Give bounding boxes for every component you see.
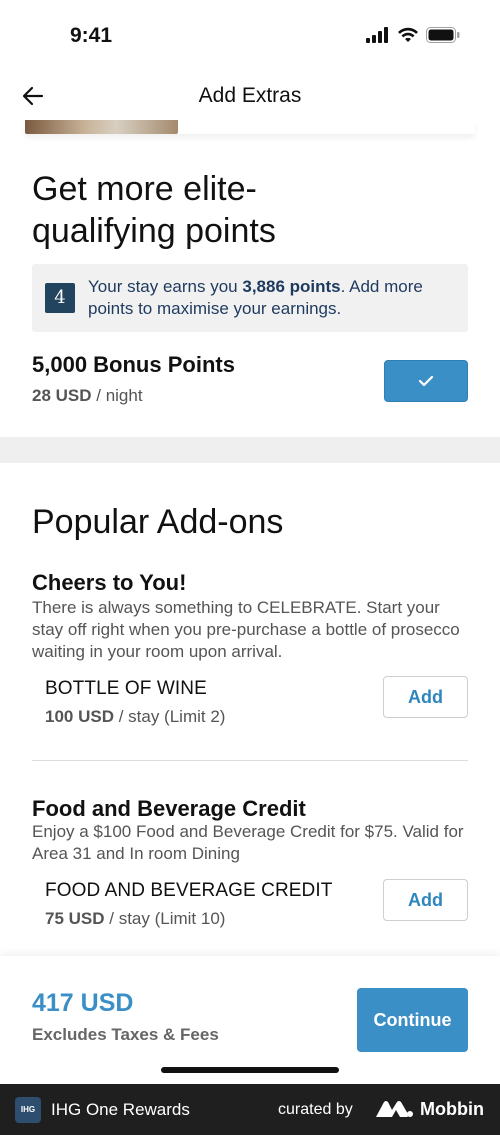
bonus-price-unit: / night xyxy=(91,386,143,405)
status-time: 9:41 xyxy=(70,24,113,47)
checkmark-icon xyxy=(418,375,434,387)
signal-icon xyxy=(366,27,388,43)
add-wine-button[interactable]: Add xyxy=(383,676,468,718)
continue-button[interactable]: Continue xyxy=(357,988,468,1052)
points-info-box: 4 Your stay earns you 3,886 points. Add … xyxy=(32,264,468,332)
addon-price-unit: / stay (Limit 10) xyxy=(104,909,226,928)
info-prefix: Your stay earns you xyxy=(88,277,243,296)
home-indicator xyxy=(161,1067,339,1073)
addon-description: Enjoy a $100 Food and Beverage Credit fo… xyxy=(32,822,464,863)
bonus-points-selected-button[interactable] xyxy=(384,360,468,402)
addon-price-unit: / stay (Limit 2) xyxy=(113,707,226,726)
curated-by-label: curated by xyxy=(278,1101,353,1118)
popular-addons-title: Popular Add-ons xyxy=(32,503,284,541)
hero-image xyxy=(25,120,178,134)
addon-item-price: 100 USD / stay (Limit 2) xyxy=(45,707,225,727)
points-section-title-line1: Get more elite- xyxy=(32,170,257,208)
total-note: Excludes Taxes & Fees xyxy=(32,1025,219,1044)
nav-bar: Add Extras xyxy=(0,72,500,120)
checkout-footer: 417 USD Excludes Taxes & Fees Continue xyxy=(0,956,500,1084)
addon-description: There is always something to CELEBRATE. … xyxy=(32,598,460,661)
battery-icon xyxy=(426,27,460,43)
add-credit-button[interactable]: Add xyxy=(383,879,468,921)
page-title: Add Extras xyxy=(198,84,302,107)
addon-item-name: FOOD AND BEVERAGE CREDIT xyxy=(45,880,333,901)
ihg-app-logo: IHG xyxy=(15,1097,41,1123)
bonus-points-title: 5,000 Bonus Points xyxy=(32,352,235,377)
addon-price-value: 100 USD xyxy=(45,707,114,726)
bonus-points-price: 28 USD / night xyxy=(32,386,143,406)
bonus-price-value: 28 USD xyxy=(32,386,92,405)
attribution-banner: IHG IHG One Rewards curated by Mobbin xyxy=(0,1084,500,1135)
total-price: 417 USD xyxy=(32,989,134,1017)
section-divider xyxy=(0,437,500,463)
points-info-text: Your stay earns you 3,886 points. Add mo… xyxy=(88,276,456,320)
addon-item-price: 75 USD / stay (Limit 10) xyxy=(45,909,225,929)
points-section-title-line2: qualifying points xyxy=(32,212,276,250)
addon-heading: Cheers to You! xyxy=(32,570,187,595)
previous-card-strip xyxy=(0,120,500,136)
mobbin-name: Mobbin xyxy=(420,1099,484,1119)
addon-price-value: 75 USD xyxy=(45,909,105,928)
app-name: IHG One Rewards xyxy=(51,1100,190,1119)
status-icons xyxy=(366,27,460,43)
info-points-value: 3,886 points xyxy=(242,277,341,296)
addon-separator xyxy=(32,760,468,761)
ihg-points-icon: 4 xyxy=(45,283,75,313)
mobbin-logo-icon xyxy=(376,1101,413,1117)
addon-heading: Food and Beverage Credit xyxy=(32,796,306,821)
status-bar: 9:41 xyxy=(0,0,500,72)
addon-item-name: BOTTLE OF WINE xyxy=(45,678,207,699)
wifi-icon xyxy=(398,27,418,42)
